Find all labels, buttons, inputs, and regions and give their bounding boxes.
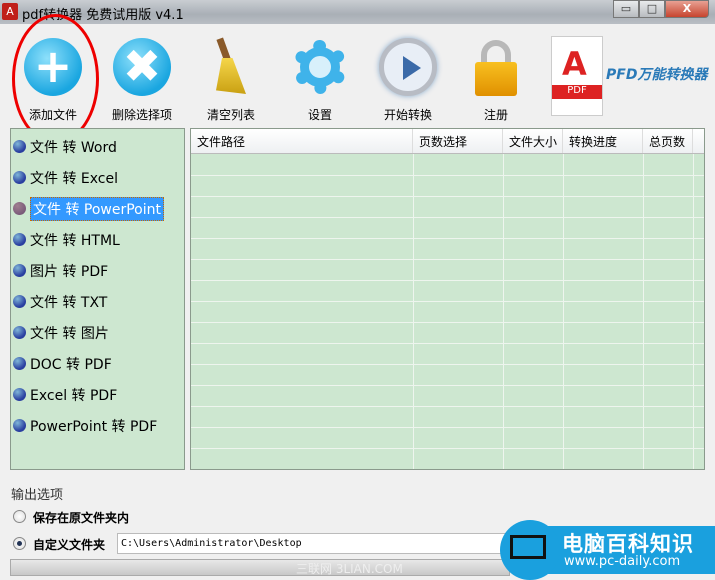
settings-label: 设置 — [307, 108, 332, 122]
mode-item[interactable]: DOC 转 PDF — [13, 351, 112, 376]
mode-label: 文件 转 TXT — [30, 294, 108, 311]
monitor-icon — [510, 535, 546, 559]
column-header-pages[interactable]: 页数选择 — [413, 129, 503, 153]
settings-button[interactable]: 设置 — [278, 38, 362, 123]
bullet-icon — [13, 419, 26, 432]
mode-item[interactable]: 文件 转 Word — [13, 134, 117, 159]
save-original-label: 保存在原文件夹内 — [33, 511, 130, 525]
mode-label: 文件 转 图片 — [30, 325, 109, 342]
mode-label: 图片 转 PDF — [30, 263, 109, 280]
close-button[interactable]: X — [665, 0, 709, 18]
delete-selected-label: 删除选择项 — [111, 108, 172, 122]
pdf-logo-icon: A PDF — [551, 36, 603, 116]
output-path-input[interactable] — [117, 533, 517, 554]
bullet-icon — [13, 140, 26, 153]
bullet-icon — [13, 357, 26, 370]
highlight-circle — [12, 14, 99, 144]
column-header-total-pages[interactable]: 总页数 — [643, 129, 693, 153]
row-divider — [191, 385, 704, 386]
table-header: 文件路径 页数选择 文件大小 转换进度 总页数 — [191, 129, 704, 154]
app-icon: A — [2, 3, 18, 20]
faint-watermark: 三联网 3LIAN.COM — [296, 562, 403, 576]
register-button[interactable]: 注册 — [454, 38, 538, 123]
row-divider — [191, 427, 704, 428]
row-divider — [191, 469, 704, 470]
mode-label: Excel 转 PDF — [30, 387, 118, 404]
mode-label: 文件 转 PowerPoint — [30, 196, 164, 221]
mode-item[interactable]: 文件 转 图片 — [13, 320, 109, 345]
row-divider — [191, 448, 704, 449]
conversion-mode-list: 文件 转 Word 文件 转 Excel 文件 转 PowerPoint 文件 转 H… — [10, 128, 185, 470]
gear-icon — [291, 38, 349, 96]
bullet-icon — [13, 326, 26, 339]
title-bar: A pdf转换器 免费试用版 v4.1 ▭ □ X — [0, 0, 715, 24]
column-divider — [413, 154, 414, 469]
row-divider — [191, 301, 704, 302]
row-divider — [191, 322, 704, 323]
brand-text: PFD万能转换器 — [606, 67, 708, 83]
row-divider — [191, 364, 704, 365]
start-convert-label: 开始转换 — [383, 108, 432, 122]
row-divider — [191, 343, 704, 344]
mode-item[interactable]: 文件 转 HTML — [13, 227, 120, 252]
bullet-icon — [13, 264, 26, 277]
watermark-logo: 电脑百科知识 www.pc-daily.com — [500, 520, 715, 580]
mode-item[interactable]: Excel 转 PDF — [13, 382, 117, 407]
mode-label: DOC 转 PDF — [30, 356, 112, 373]
row-divider — [191, 280, 704, 281]
bullet-icon — [13, 295, 26, 308]
mode-item[interactable]: 图片 转 PDF — [13, 258, 108, 283]
x-icon: ✖ — [113, 38, 171, 96]
maximize-button[interactable]: □ — [639, 0, 665, 18]
mode-item[interactable]: PowerPoint 转 PDF — [13, 413, 157, 438]
start-convert-button[interactable]: 开始转换 — [366, 38, 450, 123]
column-divider — [503, 154, 504, 469]
progress-bar: 三联网 3LIAN.COM — [10, 559, 510, 576]
mode-label: 文件 转 HTML — [30, 232, 120, 249]
output-options-title: 输出选项 — [11, 488, 64, 503]
custom-folder-radio[interactable] — [13, 537, 26, 550]
bullet-icon — [13, 233, 26, 246]
broom-icon — [202, 37, 260, 96]
row-divider — [191, 406, 704, 407]
save-original-radio[interactable] — [13, 510, 26, 523]
column-header-path[interactable]: 文件路径 — [191, 129, 413, 153]
clear-list-label: 清空列表 — [206, 108, 255, 122]
column-header-size[interactable]: 文件大小 — [503, 129, 563, 153]
row-divider — [191, 259, 704, 260]
row-divider — [191, 217, 704, 218]
minimize-button[interactable]: ▭ — [613, 0, 639, 18]
row-divider — [191, 238, 704, 239]
pdf-badge: PDF — [552, 85, 602, 99]
row-divider — [191, 175, 704, 176]
custom-folder-label: 自定义文件夹 — [33, 538, 106, 552]
column-header-progress[interactable]: 转换进度 — [563, 129, 643, 153]
bullet-icon — [13, 202, 26, 215]
column-divider — [693, 154, 694, 469]
column-divider — [643, 154, 644, 469]
clear-list-button[interactable]: 清空列表 — [189, 37, 273, 123]
mode-item[interactable]: 文件 转 Excel — [13, 165, 118, 190]
mode-label: 文件 转 Excel — [30, 170, 118, 187]
mode-label: PowerPoint 转 PDF — [30, 418, 158, 435]
delete-selected-button[interactable]: ✖ 删除选择项 — [100, 38, 184, 123]
play-icon — [379, 38, 437, 96]
mode-label: 文件 转 Word — [30, 139, 117, 156]
row-divider — [191, 196, 704, 197]
mode-item[interactable]: 文件 转 PowerPoint — [13, 196, 164, 221]
lock-icon — [467, 38, 525, 96]
watermark-url: www.pc-daily.com — [564, 554, 681, 569]
bullet-icon — [13, 171, 26, 184]
register-label: 注册 — [483, 108, 508, 122]
column-divider — [563, 154, 564, 469]
mode-item[interactable]: 文件 转 TXT — [13, 289, 107, 314]
bullet-icon — [13, 388, 26, 401]
file-table: 文件路径 页数选择 文件大小 转换进度 总页数 — [190, 128, 705, 470]
